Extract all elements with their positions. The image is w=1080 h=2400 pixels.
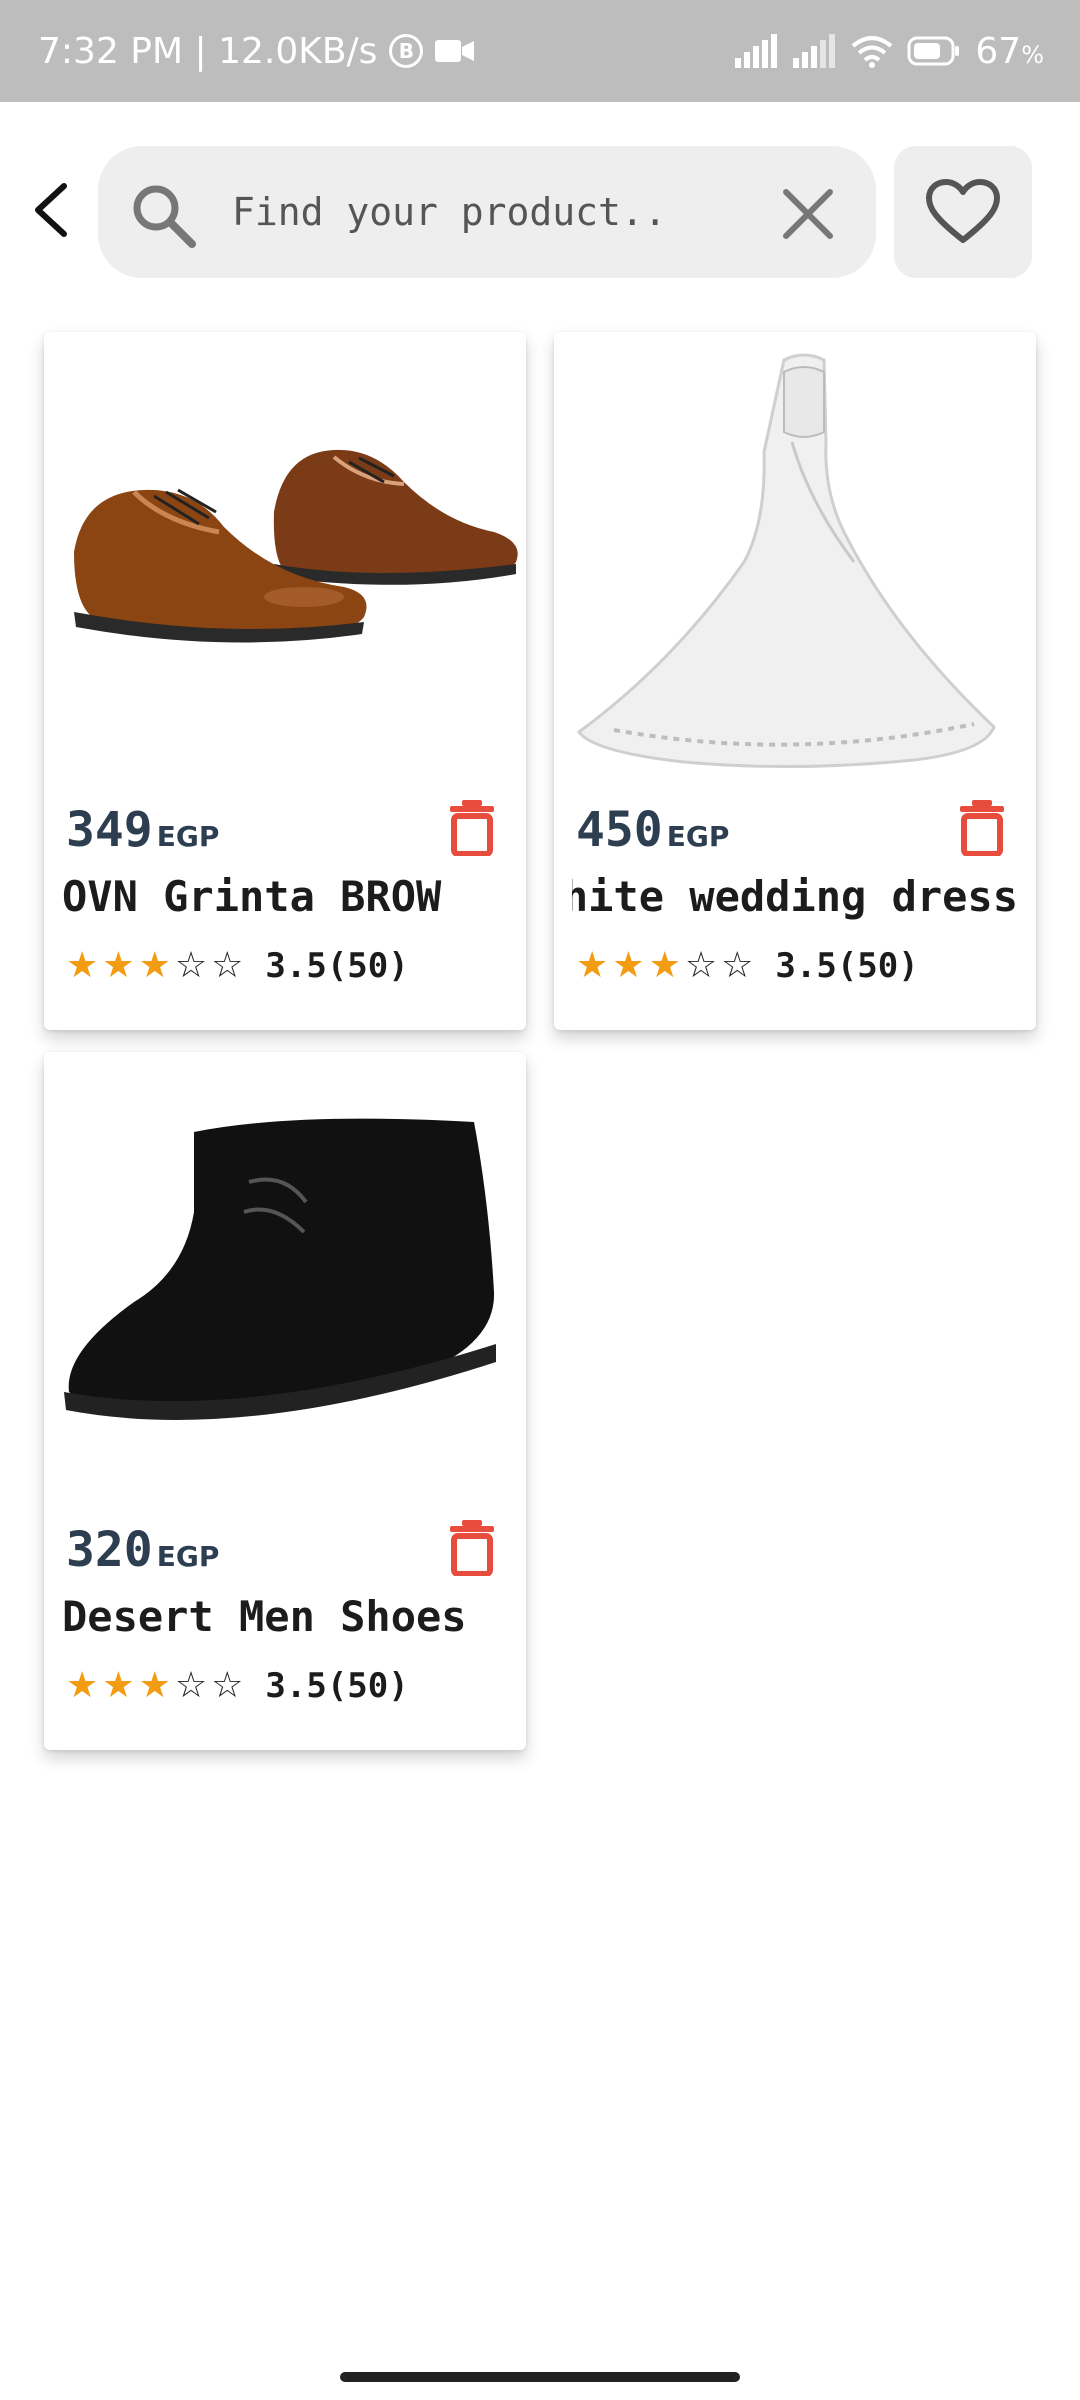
favorites-button[interactable]	[894, 146, 1032, 278]
product-image-brown-shoes	[74, 449, 518, 643]
star-filled-icon: ★	[138, 945, 171, 986]
battery-percent: 67%	[975, 31, 1044, 72]
price-currency: EGP	[156, 1540, 220, 1573]
battery-icon	[907, 36, 960, 66]
rating-row: ★ ★ ★ ☆ ☆ 3.5(50)	[66, 946, 409, 986]
star-outline-icon: ☆	[174, 1665, 208, 1706]
product-name: OVN Grinta BROW	[62, 872, 442, 921]
signal-icon	[735, 34, 778, 68]
rating-text: 3.5(50)	[265, 1666, 409, 1706]
trash-icon[interactable]	[448, 1518, 496, 1576]
price-row: 320 EGP	[66, 1522, 219, 1578]
product-name: Desert Men Shoes	[62, 1592, 467, 1641]
search-input[interactable]	[230, 176, 750, 248]
star-outline-icon: ☆	[721, 945, 754, 986]
price-row: 349 EGP	[66, 802, 219, 858]
star-outline-icon: ☆	[174, 945, 208, 986]
star-filled-icon: ★	[66, 945, 99, 986]
star-filled-icon: ★	[138, 1665, 171, 1706]
close-icon[interactable]	[778, 184, 838, 244]
video-camera-icon	[435, 40, 475, 62]
rating-text: 3.5(50)	[775, 946, 919, 986]
star-filled-icon: ★	[102, 945, 135, 986]
search-icon	[133, 185, 196, 248]
product-card[interactable]: 349 EGP OVN Grinta BROW ★ ★ ★ ☆ ☆ 3.5(50…	[44, 332, 526, 1030]
rating-row: ★ ★ ★ ☆ ☆ 3.5(50)	[66, 1666, 409, 1706]
star-filled-icon: ★	[66, 1665, 99, 1706]
status-time-speed: 7:32 PM | 12.0KB/s	[38, 30, 378, 72]
star-outline-icon: ☆	[211, 945, 244, 986]
status-left: 7:32 PM | 12.0KB/s B	[38, 31, 475, 72]
rating-row: ★ ★ ★ ☆ ☆ 3.5(50)	[576, 946, 919, 986]
wifi-icon	[852, 36, 893, 68]
star-filled-icon: ★	[648, 945, 681, 986]
price-value: 349	[66, 802, 153, 858]
price-value: 450	[576, 802, 663, 858]
battery-unit: %	[1021, 40, 1044, 69]
signal-icon-2	[793, 34, 836, 68]
star-filled-icon: ★	[612, 945, 645, 986]
status-right: 67%	[735, 31, 1044, 72]
trash-icon[interactable]	[448, 798, 496, 856]
price-currency: EGP	[666, 820, 730, 853]
price-row: 450 EGP	[576, 802, 729, 858]
b-badge-icon: B	[389, 34, 424, 68]
search-box[interactable]	[98, 146, 876, 278]
star-outline-icon: ☆	[684, 945, 718, 986]
star-filled-icon: ★	[576, 945, 609, 986]
top-bar	[0, 140, 1080, 280]
battery-value: 67	[975, 30, 1022, 72]
product-card[interactable]: 450 EGP White wedding dress ★ ★ ★ ☆ ☆ 3.…	[554, 332, 1036, 1030]
product-card[interactable]: 320 EGP Desert Men Shoes ★ ★ ★ ☆ ☆ 3.5(5…	[44, 1052, 526, 1750]
back-chevron-icon[interactable]	[24, 180, 80, 240]
star-filled-icon: ★	[102, 1665, 135, 1706]
trash-icon[interactable]	[958, 798, 1006, 856]
status-bar: 7:32 PM | 12.0KB/s B 67%	[0, 0, 1080, 102]
home-indicator[interactable]	[340, 2372, 740, 2382]
rating-text: 3.5(50)	[265, 946, 409, 986]
product-image-wedding-dress	[576, 353, 996, 769]
product-name: White wedding dress	[572, 872, 1018, 921]
product-image-black-boot	[64, 1118, 496, 1420]
heart-outline-icon	[926, 179, 1000, 243]
star-outline-icon: ☆	[211, 1665, 244, 1706]
price-currency: EGP	[156, 820, 220, 853]
price-value: 320	[66, 1522, 153, 1578]
